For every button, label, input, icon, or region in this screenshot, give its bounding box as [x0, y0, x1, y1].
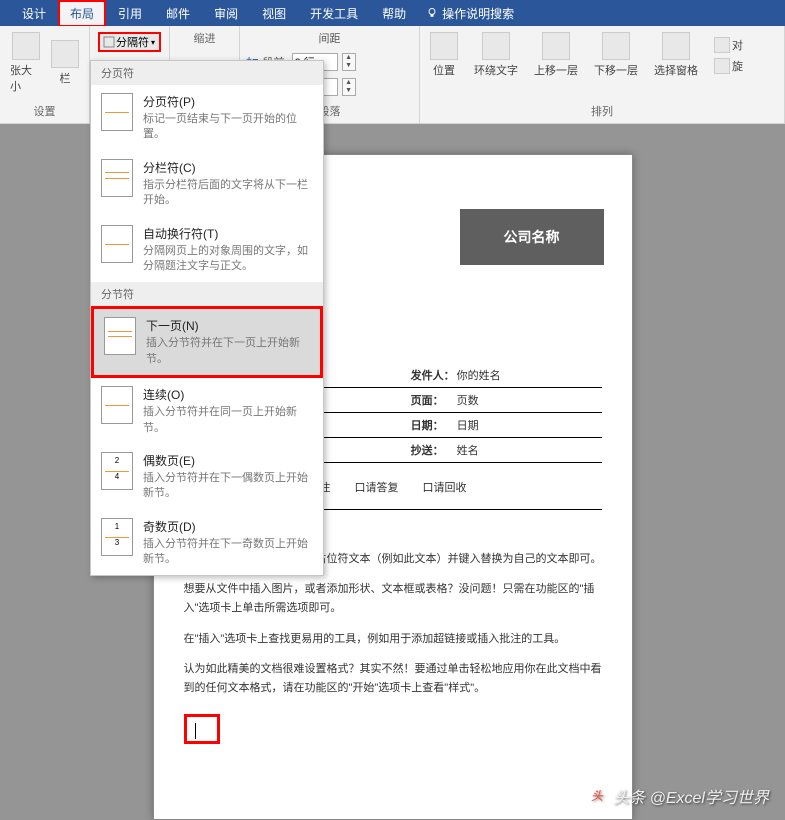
odd-page-icon: 13 — [101, 518, 133, 556]
even-page-item[interactable]: 24 偶数页(E)插入分节符并在下一偶数页上开始新节。 — [91, 444, 323, 510]
page-break-icon — [101, 93, 133, 131]
reply-check[interactable]: 口请答复 — [355, 479, 399, 495]
company-name-box[interactable]: 公司名称 — [460, 209, 604, 265]
spacing-before-spinner[interactable]: ▲▼ — [342, 53, 356, 71]
svg-text:头: 头 — [591, 789, 604, 803]
continuous-item[interactable]: 连续(O)插入分节符并在同一页上开始新节。 — [91, 378, 323, 444]
date-label: 日期： — [411, 412, 457, 437]
position-button[interactable]: 位置 — [426, 30, 462, 80]
next-page-icon — [104, 317, 136, 355]
recycle-check[interactable]: 口请回收 — [423, 479, 467, 495]
pages-value[interactable]: 页数 — [457, 387, 602, 412]
continuous-icon — [101, 386, 133, 424]
columns-button[interactable]: 栏 — [47, 38, 83, 88]
wrap-text-button[interactable]: 环绕文字 — [470, 30, 522, 80]
cc-label: 抄送： — [411, 437, 457, 462]
indent-header: 缩进 — [176, 30, 233, 46]
bring-forward-button[interactable]: 上移一层 — [530, 30, 582, 80]
tab-help[interactable]: 帮助 — [370, 0, 418, 27]
odd-page-item[interactable]: 13 奇数页(D)插入分节符并在下一奇数页上开始新节。 — [91, 510, 323, 576]
text-wrapping-icon — [101, 225, 133, 263]
watermark: 头 头条 @Excel学习世界 — [587, 784, 769, 808]
paragraph-4[interactable]: 认为如此精美的文档很难设置格式？其实不然！要通过单击轻松地应用你在此文档中看到的… — [184, 660, 602, 697]
arrange-group-label: 排列 — [426, 103, 778, 119]
tab-references[interactable]: 引用 — [106, 0, 154, 27]
next-page-item[interactable]: 下一页(N)插入分节符并在下一页上开始新节。 — [91, 306, 323, 378]
even-page-icon: 24 — [101, 452, 133, 490]
align-button[interactable]: 对 — [710, 35, 747, 55]
from-label: 发件人： — [411, 363, 457, 388]
tab-review[interactable]: 审阅 — [202, 0, 250, 27]
from-value[interactable]: 你的姓名 — [457, 363, 602, 388]
spacing-header: 间距 — [246, 30, 413, 46]
column-break-icon — [101, 159, 133, 197]
paragraph-2[interactable]: 想要从文件中插入图片，或者添加形状、文本框或表格？没问题！只需在功能区的"插入"… — [184, 580, 602, 617]
column-break-item[interactable]: 分栏符(C)指示分栏符后面的文字将从下一栏开始。 — [91, 151, 323, 217]
text-wrapping-item[interactable]: 自动换行符(T)分隔网页上的对象周围的文字，如分隔题注文字与正文。 — [91, 217, 323, 283]
section-breaks-section: 分节符 — [91, 282, 323, 306]
cursor-position[interactable] — [184, 714, 220, 744]
tab-design[interactable]: 设计 — [10, 0, 58, 27]
send-backward-button[interactable]: 下移一层 — [590, 30, 642, 80]
ribbon-tabs: 设计 布局 引用 邮件 审阅 视图 开发工具 帮助 操作说明搜索 — [0, 0, 785, 26]
page-break-item[interactable]: 分页符(P)标记一页结束与下一页开始的位置。 — [91, 85, 323, 151]
selection-pane-button[interactable]: 选择窗格 — [650, 30, 702, 80]
rotate-button[interactable]: 旋 — [710, 56, 747, 76]
pages-label: 页面： — [411, 387, 457, 412]
lightbulb-icon — [426, 7, 438, 19]
tell-me-search[interactable]: 操作说明搜索 — [426, 5, 514, 22]
breaks-icon — [102, 35, 116, 49]
page-setup-group-label: 设置 — [6, 103, 83, 119]
breaks-dropdown-button[interactable]: 分隔符 ▾ — [98, 32, 161, 52]
date-value[interactable]: 日期 — [457, 412, 602, 437]
size-button[interactable]: 张大小 — [6, 30, 45, 96]
cc-value[interactable]: 姓名 — [457, 437, 602, 462]
page-breaks-section: 分页符 — [91, 61, 323, 85]
tab-view[interactable]: 视图 — [250, 0, 298, 27]
spacing-after-spinner[interactable]: ▲▼ — [342, 78, 356, 96]
tab-developer[interactable]: 开发工具 — [298, 0, 370, 27]
tab-mailings[interactable]: 邮件 — [154, 0, 202, 27]
breaks-dropdown-menu: 分页符 分页符(P)标记一页结束与下一页开始的位置。 分栏符(C)指示分栏符后面… — [90, 60, 324, 576]
toutiao-icon: 头 — [587, 786, 607, 806]
tab-layout[interactable]: 布局 — [58, 0, 106, 27]
paragraph-3[interactable]: 在"插入"选项卡上查找更易用的工具，例如用于添加超链接或插入批注的工具。 — [184, 630, 602, 649]
